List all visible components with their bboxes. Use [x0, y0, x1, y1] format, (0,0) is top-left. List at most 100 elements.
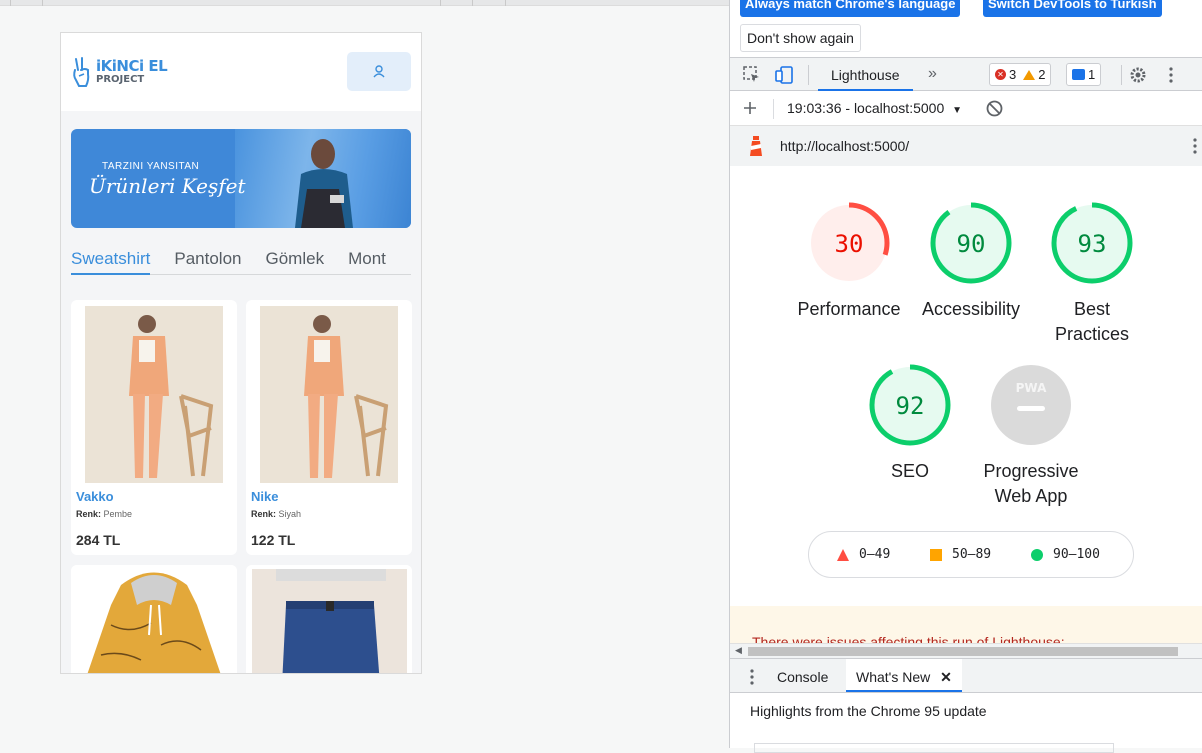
product-image — [246, 565, 412, 673]
circle-icon — [1031, 548, 1043, 561]
gauge-pwa[interactable]: PWA Progressive Web App — [966, 363, 1096, 509]
score-legend: 0–49 50–89 90–100 — [808, 531, 1134, 578]
legend-item-pass: 90–100 — [1031, 547, 1100, 562]
horizontal-scrollbar[interactable]: ◀ — [730, 643, 1202, 658]
user-icon — [373, 65, 385, 78]
dont-show-again-button[interactable]: Don't show again — [740, 24, 861, 52]
kebab-menu-icon[interactable] — [1168, 66, 1174, 84]
gauge-performance[interactable]: 30 Performance — [784, 201, 914, 322]
gauge-value: 90 — [957, 230, 986, 258]
gauge-accessibility[interactable]: 90 Accessibility — [906, 201, 1036, 322]
gauge-label: Best Practices — [1054, 299, 1130, 344]
banner-model-figure — [295, 139, 353, 228]
tab-gomlek[interactable]: Gömlek — [266, 249, 325, 275]
inspect-element-icon[interactable] — [743, 66, 761, 84]
report-url-bar: http://localhost:5000/ — [730, 126, 1202, 166]
legend-item-average: 50–89 — [930, 547, 991, 562]
issues-counter[interactable]: ✕ 3 2 — [989, 63, 1052, 86]
triangle-icon — [837, 548, 849, 561]
product-card[interactable] — [246, 565, 412, 673]
device-toolbar-icon[interactable] — [775, 66, 795, 84]
user-account-button[interactable] — [347, 52, 411, 91]
report-selector-bar: 19:03:36 - localhost:5000 ▼ — [730, 91, 1202, 126]
product-card[interactable]: Nike Renk: Siyah 122 TL — [246, 300, 412, 555]
banner-tagline: TARZINI YANSITAN — [102, 161, 200, 172]
switch-devtools-language-button[interactable]: Switch DevTools to Turkish — [983, 0, 1162, 17]
site-logo[interactable]: iKiNCi EL PROJECT — [71, 56, 168, 88]
error-icon: ✕ — [995, 69, 1006, 80]
gear-icon[interactable] — [1129, 66, 1147, 84]
drawer-menu-icon[interactable] — [749, 669, 755, 685]
product-price: 122 TL — [251, 532, 296, 548]
scroll-left-icon[interactable]: ◀ — [735, 645, 742, 656]
gauge-label: Progressive Web App — [983, 461, 1079, 506]
product-color: Renk: Pembe — [76, 509, 133, 519]
gauge-value: 92 — [896, 392, 925, 420]
devtools-panel: Always match Chrome's language Switch De… — [729, 0, 1202, 753]
message-icon — [1072, 69, 1085, 80]
drawer-tabbar: Console What's New ✕ — [730, 658, 1202, 693]
lighthouse-warning: There were issues affecting this run of … — [730, 606, 1202, 646]
tab-pantolon[interactable]: Pantolon — [174, 249, 241, 275]
gauge-ring: 92 — [869, 364, 951, 446]
tab-sweatshirt[interactable]: Sweatshirt — [71, 249, 151, 275]
category-tabs: Sweatshirt Pantolon Gömlek Mont — [71, 249, 411, 275]
devtools-toolbar: Lighthouse » ✕ 3 2 1 — [730, 57, 1202, 91]
banner-photo — [235, 129, 411, 228]
warning-icon — [1023, 69, 1036, 80]
tab-whats-new[interactable]: What's New ✕ — [846, 659, 962, 692]
gauge-ring: 93 — [1051, 202, 1133, 284]
gauge-label: Accessibility — [921, 299, 1021, 319]
plus-icon[interactable] — [743, 101, 757, 115]
tab-console[interactable]: Console — [777, 659, 828, 692]
mobile-viewport: iKiNCi EL PROJECT TARZINI YANSITAN Ürünl… — [60, 32, 422, 674]
logo-sub-text: PROJECT — [96, 74, 145, 85]
lighthouse-scores: 30 Performance 90 Accessibility 93 Best … — [730, 166, 1202, 606]
pwa-badge-text: PWA — [1016, 381, 1047, 395]
whats-new-headline: Highlights from the Chrome 95 update — [750, 703, 987, 719]
whats-new-frame — [754, 743, 1114, 753]
gauge-value: 93 — [1078, 230, 1107, 258]
gauge-ring: 90 — [930, 202, 1012, 284]
product-brand[interactable]: Nike — [251, 489, 278, 504]
banner-title: Ürünleri Keşfet — [89, 174, 246, 198]
more-tabs-icon[interactable]: » — [928, 65, 937, 83]
product-brand[interactable]: Vakko — [76, 489, 114, 504]
gauge-best-practices[interactable]: 93 Best Practices — [1027, 201, 1157, 347]
product-image — [260, 306, 398, 483]
promo-banner[interactable]: TARZINI YANSITAN Ürünleri Keşfet — [71, 129, 411, 228]
scrollbar-thumb[interactable] — [748, 647, 1178, 656]
whats-new-content: Highlights from the Chrome 95 update — [730, 693, 1202, 753]
lighthouse-icon — [750, 136, 762, 156]
clear-icon[interactable] — [986, 100, 1003, 117]
product-price: 284 TL — [76, 532, 121, 548]
report-menu-icon[interactable] — [1192, 137, 1198, 155]
tab-mont[interactable]: Mont — [348, 249, 386, 275]
device-ruler — [0, 0, 729, 6]
product-image — [85, 306, 223, 483]
dropdown-arrow-icon: ▼ — [952, 105, 963, 116]
gauge-ring: 30 — [808, 202, 890, 284]
close-icon[interactable]: ✕ — [940, 669, 952, 685]
report-url[interactable]: http://localhost:5000/ — [780, 138, 909, 154]
language-infobar: Always match Chrome's language Switch De… — [730, 0, 1202, 57]
match-chrome-language-button[interactable]: Always match Chrome's language — [740, 0, 961, 17]
gauge-value: 30 — [835, 230, 864, 258]
device-preview-area: iKiNCi EL PROJECT TARZINI YANSITAN Ürünl… — [0, 0, 729, 748]
product-color: Renk: Siyah — [251, 509, 302, 519]
legend-item-fail: 0–49 — [837, 547, 890, 562]
product-image — [71, 565, 237, 673]
product-card[interactable] — [71, 565, 237, 673]
gauge-label: Performance — [797, 299, 901, 319]
pwa-badge-icon: PWA — [991, 365, 1071, 445]
gauge-seo[interactable]: 92 SEO — [845, 363, 975, 484]
report-time-select[interactable]: 19:03:36 - localhost:5000 ▼ — [787, 100, 962, 116]
gauge-label: SEO — [890, 461, 929, 481]
logo-brand-text: iKiNCi EL — [96, 57, 168, 75]
peace-hand-logo-icon — [73, 57, 90, 87]
product-card[interactable]: Vakko Renk: Pembe 284 TL — [71, 300, 237, 555]
app-header: iKiNCi EL PROJECT — [61, 33, 421, 111]
square-icon — [930, 548, 942, 561]
tab-lighthouse[interactable]: Lighthouse — [818, 58, 913, 91]
messages-counter[interactable]: 1 — [1066, 63, 1102, 86]
